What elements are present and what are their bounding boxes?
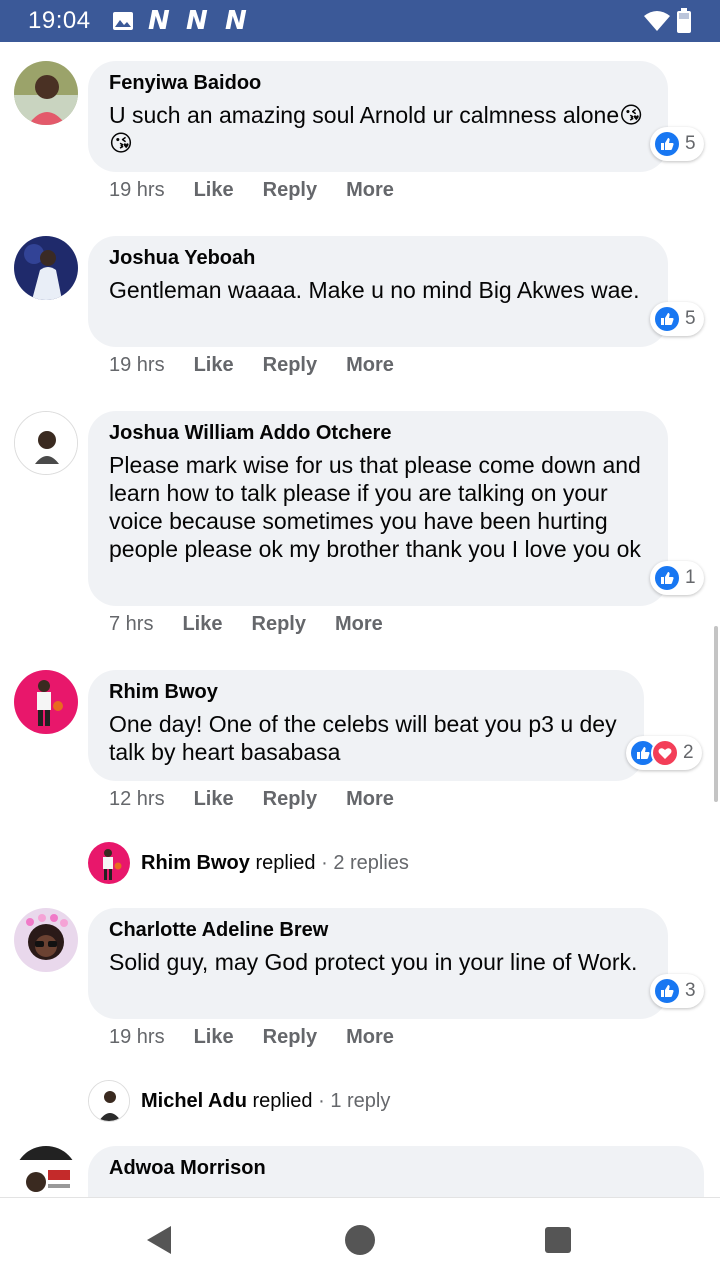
comment-author[interactable]: Fenyiwa Baidoo	[109, 73, 648, 93]
reaction-count: 2	[683, 742, 694, 763]
notification-n-icon: N	[148, 6, 170, 36]
comment-text: Please mark wise for us that please come…	[109, 452, 641, 562]
reply-author: Michel Adu	[141, 1089, 247, 1112]
comment-time[interactable]: 7 hrs	[109, 613, 153, 636]
comment-text: One day! One of the celebs will beat you…	[109, 711, 617, 765]
reaction-count: 5	[685, 133, 696, 154]
view-replies[interactable]: Michel Adu replied · 1 reply	[88, 1080, 390, 1122]
comment-author[interactable]: Charlotte Adeline Brew	[109, 920, 648, 940]
reaction-summary[interactable]: 2	[626, 736, 702, 770]
avatar[interactable]	[14, 670, 78, 734]
reply-button[interactable]: Reply	[252, 613, 306, 636]
comment-actions: 19 hrs Like Reply More	[109, 354, 423, 377]
reaction-summary[interactable]: 3	[650, 974, 704, 1008]
comment-bubble[interactable]: Joshua William Addo Otchere Please mark …	[88, 411, 668, 606]
battery-icon	[677, 8, 691, 33]
comment-text: Gentleman waaaa. Make u no mind Big Akwe…	[109, 277, 640, 303]
like-reaction-icon	[653, 305, 681, 333]
back-icon[interactable]	[139, 1220, 179, 1260]
comment-time[interactable]: 19 hrs	[109, 1026, 165, 1049]
comment-author[interactable]: Adwoa Morrison	[109, 1158, 684, 1178]
comment-bubble[interactable]: Adwoa Morrison	[88, 1146, 704, 1197]
separator-dot: ·	[318, 1089, 325, 1112]
reaction-count: 3	[685, 980, 696, 1001]
reaction-summary[interactable]: 5	[650, 127, 704, 161]
love-reaction-icon	[651, 739, 679, 767]
home-icon[interactable]	[340, 1220, 380, 1260]
recents-icon[interactable]	[538, 1220, 578, 1260]
like-reaction-icon	[653, 130, 681, 158]
avatar[interactable]	[14, 908, 78, 972]
status-bar: 19:04 N N N	[0, 0, 720, 42]
like-button[interactable]: Like	[194, 354, 234, 377]
separator-dot: ·	[321, 851, 328, 874]
avatar[interactable]	[14, 236, 78, 300]
view-replies[interactable]: Rhim Bwoy replied · 2 replies	[88, 842, 409, 884]
comment-time[interactable]: 19 hrs	[109, 354, 165, 377]
more-button[interactable]: More	[335, 613, 383, 636]
status-time: 19:04	[28, 7, 91, 34]
reply-button[interactable]: Reply	[263, 354, 317, 377]
scrollbar[interactable]	[714, 626, 718, 802]
reaction-count: 1	[685, 567, 696, 588]
reaction-summary[interactable]: 1	[650, 561, 704, 595]
reply-author: Rhim Bwoy	[141, 851, 250, 874]
comment-author[interactable]: Rhim Bwoy	[109, 682, 624, 702]
avatar[interactable]	[14, 61, 78, 125]
navigation-bar	[0, 1197, 720, 1280]
more-button[interactable]: More	[346, 354, 394, 377]
like-reaction-icon	[653, 977, 681, 1005]
more-button[interactable]: More	[346, 788, 394, 811]
comment-actions: 19 hrs Like Reply More	[109, 179, 423, 202]
comment-time[interactable]: 19 hrs	[109, 179, 165, 202]
reply-button[interactable]: Reply	[263, 179, 317, 202]
comment-actions: 7 hrs Like Reply More	[109, 613, 412, 636]
reply-count: 2 replies	[333, 851, 409, 874]
like-button[interactable]: Like	[194, 788, 234, 811]
reaction-count: 5	[685, 308, 696, 329]
comments-feed[interactable]: Fenyiwa Baidoo U such an amazing soul Ar…	[0, 42, 720, 1197]
like-button[interactable]: Like	[194, 179, 234, 202]
avatar[interactable]	[14, 411, 78, 475]
like-reaction-icon	[653, 564, 681, 592]
comment-bubble[interactable]: Joshua Yeboah Gentleman waaaa. Make u no…	[88, 236, 668, 347]
comment-time[interactable]: 12 hrs	[109, 788, 165, 811]
reply-verb: replied	[255, 851, 316, 874]
comment-actions: 19 hrs Like Reply More	[109, 1026, 423, 1049]
reaction-summary[interactable]: 5	[650, 302, 704, 336]
comment-bubble[interactable]: Rhim Bwoy One day! One of the celebs wil…	[88, 670, 644, 781]
more-button[interactable]: More	[346, 1026, 394, 1049]
reply-button[interactable]: Reply	[263, 788, 317, 811]
notification-n-icon: N	[186, 6, 208, 36]
reply-verb: replied	[252, 1089, 313, 1112]
comment-author[interactable]: Joshua William Addo Otchere	[109, 423, 648, 443]
wifi-icon	[644, 11, 670, 31]
comment-actions: 12 hrs Like Reply More	[109, 788, 423, 811]
like-button[interactable]: Like	[194, 1026, 234, 1049]
comment-text: U such an amazing soul Arnold ur calmnes…	[109, 102, 644, 156]
reply-avatar	[88, 1080, 130, 1122]
comment-bubble[interactable]: Charlotte Adeline Brew Solid guy, may Go…	[88, 908, 668, 1019]
avatar[interactable]	[14, 1146, 78, 1197]
reply-button[interactable]: Reply	[263, 1026, 317, 1049]
more-button[interactable]: More	[346, 179, 394, 202]
reply-count: 1 reply	[330, 1089, 391, 1112]
notification-n-icon: N	[225, 6, 247, 36]
comment-bubble[interactable]: Fenyiwa Baidoo U such an amazing soul Ar…	[88, 61, 668, 172]
comment-author[interactable]: Joshua Yeboah	[109, 248, 648, 268]
comment-text: Solid guy, may God protect you in your l…	[109, 949, 638, 975]
reply-avatar	[88, 842, 130, 884]
like-button[interactable]: Like	[182, 613, 222, 636]
gallery-icon	[113, 12, 133, 30]
